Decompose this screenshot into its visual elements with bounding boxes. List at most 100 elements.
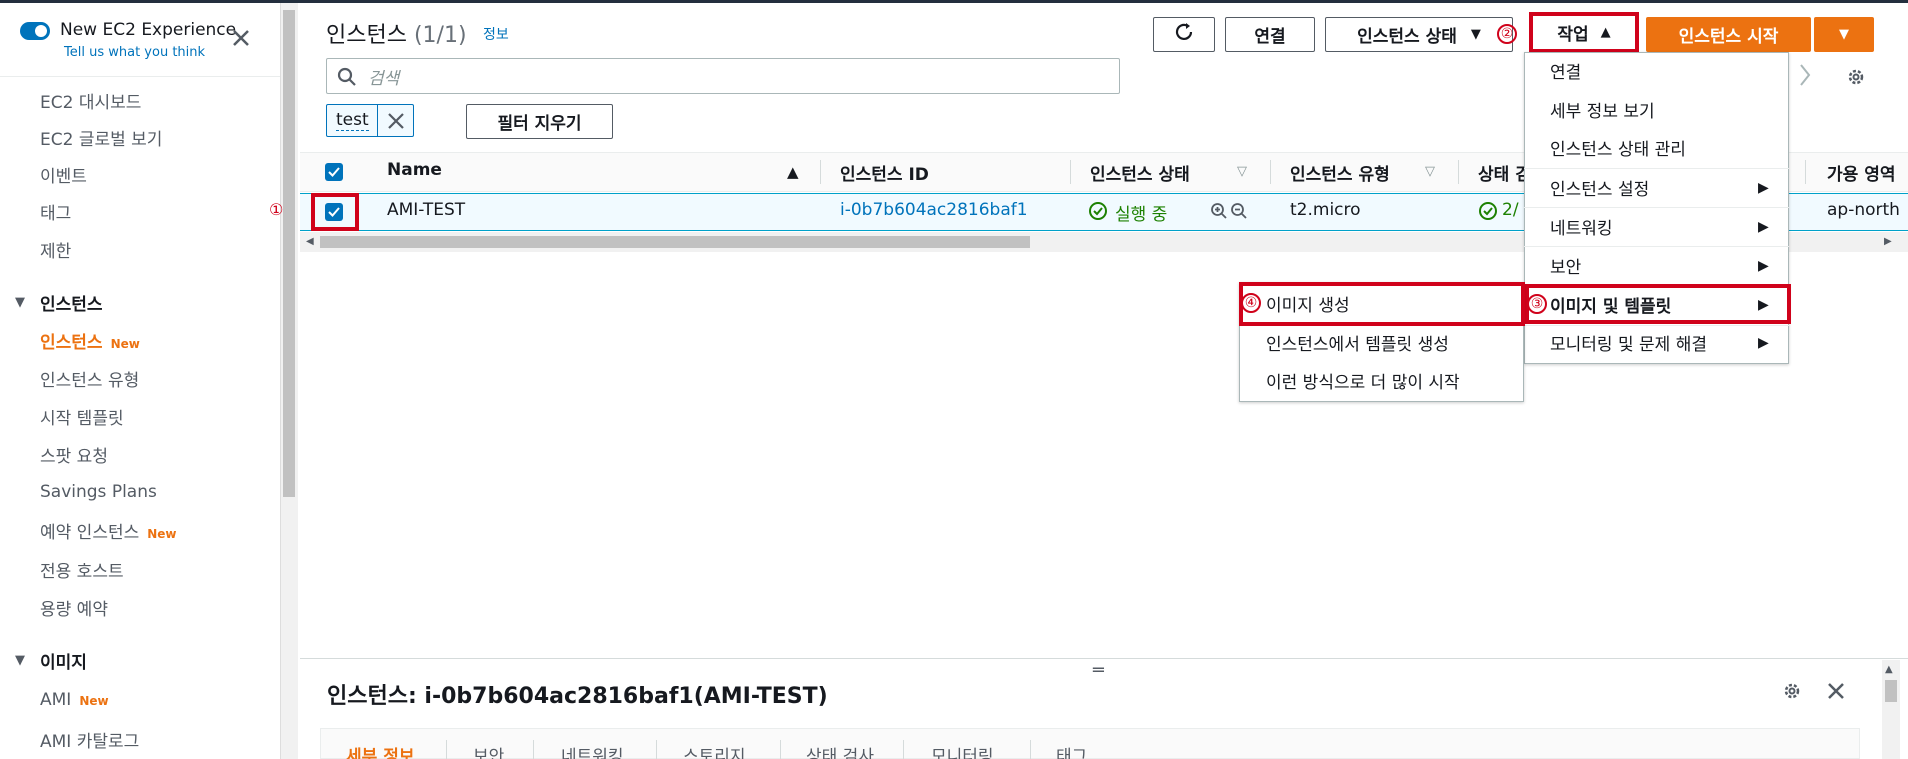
- gear-icon[interactable]: [1845, 66, 1867, 92]
- column-header-instance-id[interactable]: 인스턴스 ID: [840, 160, 929, 185]
- caret-down-icon: ▼: [1839, 27, 1849, 42]
- submenu-arrow-icon: ▶: [1758, 297, 1769, 313]
- filter-chip-label[interactable]: test: [336, 110, 369, 131]
- menu-item-view-details[interactable]: 세부 정보 보기: [1550, 97, 1655, 122]
- sidebar-item-ami[interactable]: AMI New: [40, 690, 109, 710]
- gear-icon[interactable]: [1781, 680, 1803, 706]
- caret-down-icon: ▼: [1470, 27, 1481, 42]
- next-page-icon[interactable]: [1797, 62, 1813, 92]
- menu-item-instance-settings[interactable]: 인스턴스 설정: [1550, 175, 1649, 200]
- filter-down-icon[interactable]: ▽: [1237, 164, 1247, 179]
- tab-monitoring[interactable]: 모니터링: [931, 742, 994, 759]
- sidebar-item-dashboard[interactable]: EC2 대시보드: [40, 88, 141, 113]
- column-divider[interactable]: [1805, 160, 1806, 184]
- submenu-arrow-icon: ▶: [1758, 258, 1769, 274]
- tab-divider: [446, 740, 447, 759]
- tab-divider: [533, 740, 534, 759]
- sidebar-item-capacity-reservations[interactable]: 용량 예약: [40, 595, 108, 620]
- info-link[interactable]: 정보: [483, 24, 509, 44]
- sidebar-item-savings-plans[interactable]: Savings Plans: [40, 482, 157, 502]
- sidebar-section-instances[interactable]: 인스턴스: [40, 290, 103, 315]
- sidebar-item-tags[interactable]: 태그: [40, 199, 71, 224]
- menu-item-networking[interactable]: 네트워킹: [1550, 214, 1613, 239]
- select-all-checkbox[interactable]: [325, 163, 343, 181]
- close-icon[interactable]: [1825, 680, 1847, 706]
- sidebar-section-images[interactable]: 이미지: [40, 648, 87, 673]
- column-divider[interactable]: [820, 160, 821, 184]
- remove-filter-icon[interactable]: [386, 111, 406, 135]
- tab-tags[interactable]: 태그: [1056, 742, 1087, 759]
- sidebar-item-dedicated-hosts[interactable]: 전용 호스트: [40, 557, 124, 582]
- new-experience-toggle[interactable]: [20, 22, 50, 40]
- launch-options-button[interactable]: ▼: [1814, 17, 1874, 52]
- sidebar-item-instance-types[interactable]: 인스턴스 유형: [40, 366, 139, 391]
- details-scroll-thumb[interactable]: [1885, 680, 1897, 702]
- table-scroll-thumb[interactable]: [320, 236, 1030, 248]
- selection-count: (1/1): [413, 23, 467, 48]
- instance-state-label: 인스턴스 상태: [1357, 27, 1457, 47]
- submenu-arrow-icon: ▶: [1758, 219, 1769, 235]
- actions-label: 작업: [1557, 25, 1589, 45]
- column-header-availability-zone[interactable]: 가용 영역: [1827, 160, 1895, 185]
- caret-down-icon[interactable]: ▼: [15, 295, 25, 310]
- column-header-status-check[interactable]: 상태 검: [1478, 160, 1531, 185]
- sidebar-item-reserved-instances[interactable]: 예약 인스턴스 New: [40, 518, 177, 543]
- menu-item-manage-state[interactable]: 인스턴스 상태 관리: [1550, 135, 1686, 160]
- column-divider[interactable]: [1070, 160, 1071, 184]
- filter-chip-divider: [377, 104, 378, 137]
- tab-security[interactable]: 보안: [473, 742, 504, 759]
- new-badge: New: [79, 694, 109, 708]
- details-tabs: [320, 728, 1860, 759]
- scroll-up-icon[interactable]: ▲: [1885, 664, 1893, 675]
- sidebar-item-ami-catalog[interactable]: AMI 카탈로그: [40, 727, 139, 752]
- menu-item-monitoring[interactable]: 모니터링 및 문제 해결: [1550, 330, 1707, 355]
- scroll-right-icon[interactable]: ▶: [1884, 236, 1892, 247]
- column-header-instance-state[interactable]: 인스턴스 상태: [1090, 160, 1190, 185]
- launch-instances-button[interactable]: 인스턴스 시작: [1646, 17, 1811, 52]
- sidebar-item-label: AMI: [40, 690, 72, 710]
- connect-button[interactable]: 연결: [1225, 17, 1315, 52]
- column-divider[interactable]: [1270, 160, 1271, 184]
- submenu-item-create-image[interactable]: 이미지 생성: [1266, 291, 1350, 316]
- actions-button[interactable]: 작업 ▲: [1535, 17, 1633, 48]
- sidebar-item-launch-templates[interactable]: 시작 템플릿: [40, 404, 124, 429]
- feedback-link[interactable]: Tell us what you think: [64, 45, 205, 60]
- search-input[interactable]: [326, 58, 1120, 94]
- sidebar-item-label: 인스턴스: [40, 333, 103, 353]
- clear-filters-button[interactable]: 필터 지우기: [466, 104, 613, 139]
- tab-status-checks[interactable]: 상태 검사: [806, 742, 874, 759]
- zoom-out-icon[interactable]: [1230, 202, 1248, 224]
- row-checkbox[interactable]: [325, 203, 343, 221]
- instance-state-button[interactable]: 인스턴스 상태 ▼: [1325, 17, 1513, 52]
- submenu-item-create-template[interactable]: 인스턴스에서 템플릿 생성: [1266, 330, 1449, 355]
- sidebar-item-limits[interactable]: 제한: [40, 237, 71, 262]
- tab-divider: [1030, 740, 1031, 759]
- caret-down-icon[interactable]: ▼: [15, 653, 25, 668]
- cell-instance-id[interactable]: i-0b7b604ac2816baf1: [840, 200, 1028, 220]
- resize-handle[interactable]: ═: [1093, 660, 1104, 681]
- menu-item-connect[interactable]: 연결: [1550, 58, 1581, 83]
- tab-divider: [903, 740, 904, 759]
- zoom-in-icon[interactable]: [1210, 202, 1228, 224]
- submenu-item-launch-more[interactable]: 이런 방식으로 더 많이 시작: [1266, 368, 1460, 393]
- column-divider[interactable]: [1458, 160, 1459, 184]
- tab-storage[interactable]: 스토리지: [683, 742, 746, 759]
- menu-item-security[interactable]: 보안: [1550, 253, 1581, 278]
- column-header-name[interactable]: Name: [387, 160, 442, 180]
- menu-item-image-templates[interactable]: 이미지 및 템플릿: [1550, 292, 1671, 317]
- column-header-instance-type[interactable]: 인스턴스 유형: [1290, 160, 1390, 185]
- scroll-left-icon[interactable]: ◀: [306, 236, 314, 247]
- close-icon[interactable]: [230, 27, 252, 49]
- sidebar-item-global-view[interactable]: EC2 글로벌 보기: [40, 125, 162, 150]
- sort-ascending-icon[interactable]: ▲: [787, 163, 799, 181]
- cell-instance-state: 실행 중: [1115, 205, 1168, 225]
- tab-networking[interactable]: 네트워킹: [561, 742, 624, 759]
- sidebar-item-instances[interactable]: 인스턴스 New: [40, 328, 140, 353]
- filter-down-icon[interactable]: ▽: [1425, 164, 1435, 179]
- sidebar-item-spot-requests[interactable]: 스팟 요청: [40, 442, 108, 467]
- step-marker-2: ②: [1497, 24, 1517, 44]
- refresh-button[interactable]: [1153, 17, 1215, 52]
- tab-details[interactable]: 세부 정보: [346, 742, 414, 759]
- sidebar-scroll-thumb[interactable]: [283, 10, 295, 497]
- sidebar-item-events[interactable]: 이벤트: [40, 162, 87, 187]
